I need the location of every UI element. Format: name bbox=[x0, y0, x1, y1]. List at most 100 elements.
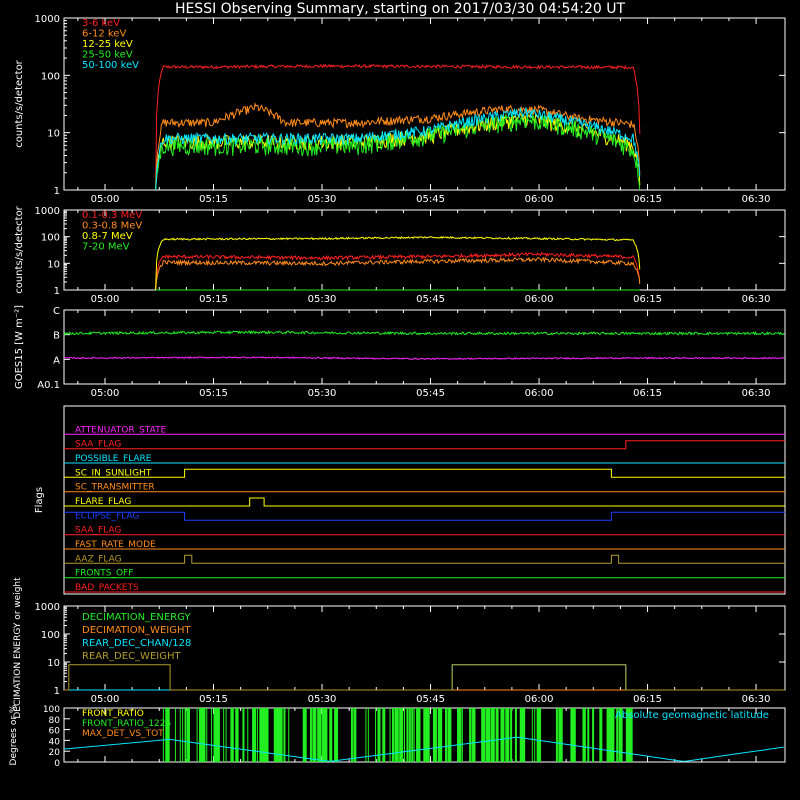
xray-legend-entry: 50-100 keV bbox=[82, 60, 139, 71]
goes-series-0 bbox=[63, 329, 785, 336]
ratio-bar bbox=[611, 708, 615, 762]
x-tick-label: 05:30 bbox=[308, 694, 337, 705]
y-tick-label: 1000 bbox=[35, 206, 60, 217]
flag-line-6 bbox=[64, 511, 785, 521]
y-tick-label: 100 bbox=[41, 630, 60, 641]
ratio-bar bbox=[531, 708, 533, 762]
y-tick-label: 100 bbox=[41, 71, 60, 82]
ratio-bar bbox=[375, 708, 377, 762]
ratio-bar bbox=[587, 708, 590, 762]
ratio-bar bbox=[440, 708, 443, 762]
ratio-bar bbox=[495, 708, 499, 762]
ratio-bar bbox=[399, 708, 404, 762]
gamma-ylabel: counts/s/detector bbox=[14, 205, 25, 293]
flag-label: SC_TRANSMITTER bbox=[75, 483, 155, 493]
ratio-legend-entry: FRONT_RATIO_1225 bbox=[82, 719, 171, 729]
ratio-bar bbox=[206, 708, 208, 762]
y-tick-label: 60 bbox=[49, 727, 61, 737]
ratio-bar bbox=[584, 708, 586, 762]
ratio-bar bbox=[592, 708, 595, 762]
y-tick-label: 100 bbox=[41, 233, 60, 244]
ratio-bar bbox=[278, 708, 283, 762]
goes-frame bbox=[63, 309, 786, 385]
gamma-legend-entry: 0.8-7 MeV bbox=[82, 231, 133, 242]
ratio-bar bbox=[428, 708, 430, 762]
x-tick-label: 06:15 bbox=[633, 694, 662, 705]
decimation-series-2 bbox=[64, 664, 785, 691]
flag-label: SC_IN_SUNLIGHT bbox=[75, 468, 152, 478]
ratio-bar bbox=[232, 708, 234, 762]
x-tick-label: 05:00 bbox=[91, 194, 120, 205]
flag-line-9 bbox=[64, 554, 785, 564]
x-tick-label: 06:00 bbox=[525, 388, 554, 399]
ratio-bar bbox=[324, 708, 328, 762]
ratio-bar bbox=[288, 708, 290, 762]
ratio-bar bbox=[211, 708, 213, 762]
ratio-bar bbox=[309, 708, 312, 762]
ratio-bar bbox=[319, 708, 322, 762]
ratio-bar bbox=[539, 708, 542, 762]
ratio-bar bbox=[266, 708, 269, 762]
ratio-bar bbox=[336, 708, 338, 762]
ratio-bar bbox=[365, 708, 367, 762]
ratio-bar bbox=[418, 708, 421, 762]
x-tick-label: 06:00 bbox=[525, 294, 554, 305]
ratio-ylabel: Degrees or % bbox=[9, 704, 19, 765]
ratio-bar bbox=[500, 708, 505, 762]
ratio-bar bbox=[432, 708, 437, 762]
y-tick-label: 100 bbox=[43, 705, 60, 715]
ratio-bar bbox=[237, 708, 239, 762]
x-tick-label: 05:00 bbox=[91, 694, 120, 705]
x-tick-label: 06:15 bbox=[633, 194, 662, 205]
y-tick-label: 0 bbox=[54, 759, 60, 769]
ratio-bar bbox=[184, 708, 187, 762]
decimation-ylabel: DECIMATION ENERGY or weight bbox=[13, 577, 23, 719]
y-tick-label: 40 bbox=[49, 737, 61, 747]
x-tick-label: 05:30 bbox=[308, 388, 337, 399]
y-tick-label: 20 bbox=[49, 748, 61, 758]
x-tick-label: 05:30 bbox=[308, 194, 337, 205]
flag-label: BAD_PACKETS bbox=[75, 583, 139, 593]
ratio-bar bbox=[350, 708, 353, 762]
flag-label: SAA_FLAG bbox=[75, 440, 121, 450]
xray-legend-entry: 3-6 keV bbox=[82, 18, 120, 29]
flag-line-3 bbox=[64, 468, 785, 478]
ratio-bar bbox=[404, 708, 406, 762]
ratio-bar bbox=[471, 708, 476, 762]
ratio-bar bbox=[186, 708, 190, 762]
x-tick-label: 06:30 bbox=[742, 388, 771, 399]
ratio-bar bbox=[488, 708, 491, 762]
x-tick-label: 05:45 bbox=[416, 194, 445, 205]
ratio-legend-entry: MAX_DET_VS_TOT bbox=[82, 729, 164, 739]
flag-label: POSSIBLE_FLARE bbox=[75, 454, 152, 464]
flag-label: SAA_FLAG bbox=[75, 526, 121, 536]
xray-legend-entry: 25-50 keV bbox=[82, 50, 133, 61]
ratio-bar bbox=[329, 708, 333, 762]
ratio-bar bbox=[247, 708, 249, 762]
x-tick-label: 06:15 bbox=[633, 294, 662, 305]
y-tick-label: 10 bbox=[47, 658, 60, 669]
xray-legend-entry: 6-12 keV bbox=[82, 29, 126, 40]
x-tick-label: 06:15 bbox=[633, 388, 662, 399]
x-tick-label: 06:00 bbox=[525, 694, 554, 705]
x-tick-label: 05:15 bbox=[199, 194, 228, 205]
gamma-series-2 bbox=[155, 235, 641, 291]
latitude-annotation: Absolute geomagnetic latitude bbox=[615, 710, 769, 721]
xray-series-3 bbox=[155, 113, 641, 191]
ratio-bar bbox=[225, 708, 227, 762]
ratio-bar bbox=[469, 708, 472, 762]
ratio-bar bbox=[483, 708, 486, 762]
y-tick-label: C bbox=[53, 306, 60, 317]
ratio-bar bbox=[367, 708, 369, 762]
ratio-bar bbox=[391, 708, 394, 762]
flag-line-1 bbox=[64, 440, 785, 450]
y-tick-label: 10 bbox=[47, 259, 60, 270]
ratio-bar bbox=[599, 708, 603, 762]
ratio-bar bbox=[242, 708, 245, 762]
ratio-bar bbox=[396, 708, 399, 762]
ratio-bar bbox=[572, 708, 576, 762]
flag-label: FLARE_FLAG bbox=[75, 497, 131, 507]
ratio-bar bbox=[444, 708, 447, 762]
y-tick-label: B bbox=[53, 331, 60, 342]
x-tick-label: 05:45 bbox=[416, 388, 445, 399]
